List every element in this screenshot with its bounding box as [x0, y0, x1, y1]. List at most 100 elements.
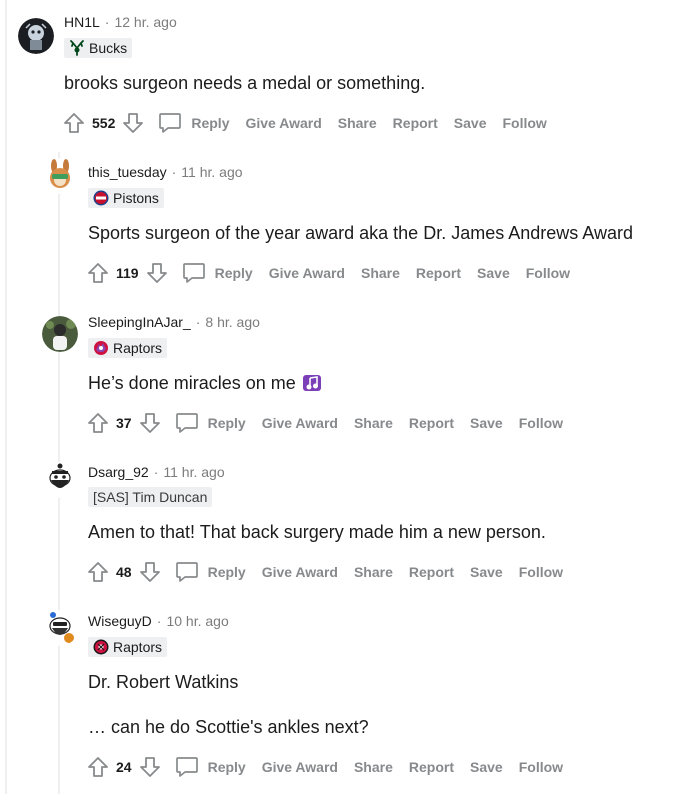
give-award-button[interactable]: Give Award: [262, 564, 338, 580]
comment-body: Amen to that! That back surgery made him…: [88, 522, 546, 542]
flair-text: Raptors: [113, 639, 163, 655]
comment-body-paragraph-1: Dr. Robert Watkins: [88, 672, 239, 692]
save-button[interactable]: Save: [477, 265, 510, 281]
snoo-avatar-icon: [42, 610, 78, 646]
separator-dot: ·: [171, 164, 177, 180]
downvote-arrow-icon[interactable]: [121, 111, 145, 135]
outer-thread-rail[interactable]: [5, 0, 7, 794]
timestamp[interactable]: 8 hr. ago: [205, 314, 260, 330]
comment-body-text: He’s done miracles on me: [88, 373, 296, 393]
user-flair: Pistons: [88, 188, 164, 208]
vote-score: 24: [116, 759, 132, 775]
raptors-logo-icon: [93, 639, 109, 655]
username[interactable]: Dsarg_92: [88, 464, 149, 480]
save-button[interactable]: Save: [470, 759, 503, 775]
upvote-arrow-icon[interactable]: [86, 755, 110, 779]
username[interactable]: SleepingInAJar_: [88, 314, 191, 330]
vote-score: 48: [116, 564, 132, 580]
comment-body: brooks surgeon needs a medal or somethin…: [64, 73, 426, 93]
save-button[interactable]: Save: [454, 115, 487, 131]
upvote-arrow-icon[interactable]: [86, 411, 110, 435]
vote-score: 119: [116, 265, 139, 281]
upvote-arrow-icon[interactable]: [62, 111, 86, 135]
upvote-arrow-icon[interactable]: [86, 261, 110, 285]
speech-bubble-icon[interactable]: [174, 559, 200, 585]
give-award-button[interactable]: Give Award: [269, 265, 345, 281]
downvote-arrow-icon[interactable]: [138, 411, 162, 435]
avatar[interactable]: [42, 610, 78, 646]
speech-bubble-icon[interactable]: [174, 410, 200, 436]
give-award-button[interactable]: Give Award: [262, 759, 338, 775]
user-flair: [SAS] Tim Duncan: [88, 487, 213, 507]
give-award-button[interactable]: Give Award: [262, 415, 338, 431]
comment-actions: 119 Reply Give Award Share Report Save F…: [86, 259, 586, 287]
pistons-logo-icon: [93, 190, 109, 206]
music-note-emoji-icon: [302, 373, 324, 393]
comment-actions: 37 Reply Give Award Share Report Save Fo…: [86, 409, 579, 437]
flair-text: Pistons: [113, 190, 159, 206]
report-button[interactable]: Report: [393, 115, 438, 131]
report-button[interactable]: Report: [416, 265, 461, 281]
reply-button[interactable]: Reply: [215, 265, 253, 281]
follow-button[interactable]: Follow: [519, 415, 563, 431]
comment-actions: 24 Reply Give Award Share Report Save Fo…: [86, 753, 579, 781]
follow-button[interactable]: Follow: [519, 564, 563, 580]
avatar[interactable]: [42, 158, 78, 194]
timestamp[interactable]: 12 hr. ago: [114, 14, 176, 30]
username[interactable]: this_tuesday: [88, 164, 167, 180]
comment-body: He’s done miracles on me: [88, 372, 324, 394]
separator-dot: ·: [156, 613, 162, 629]
report-button[interactable]: Report: [409, 759, 454, 775]
user-flair: Raptors: [88, 338, 168, 358]
upvote-arrow-icon[interactable]: [86, 560, 110, 584]
reply-button[interactable]: Reply: [191, 115, 229, 131]
save-button[interactable]: Save: [470, 415, 503, 431]
timestamp[interactable]: 11 hr. ago: [163, 464, 224, 480]
follow-button[interactable]: Follow: [503, 115, 547, 131]
follow-button[interactable]: Follow: [519, 759, 563, 775]
save-button[interactable]: Save: [470, 564, 503, 580]
share-button[interactable]: Share: [354, 564, 393, 580]
downvote-arrow-icon[interactable]: [138, 560, 162, 584]
vote-score: 552: [92, 115, 116, 131]
reply-button[interactable]: Reply: [208, 564, 246, 580]
timestamp[interactable]: 11 hr. ago: [181, 164, 242, 180]
deer-antlers-icon: [69, 40, 85, 56]
person-photo-avatar-icon: [42, 316, 78, 352]
reply-button[interactable]: Reply: [208, 759, 246, 775]
timestamp[interactable]: 10 hr. ago: [166, 613, 228, 629]
username[interactable]: WiseguyD: [88, 613, 152, 629]
avatar[interactable]: [42, 462, 78, 498]
comment-body-paragraph-2: … can he do Scottie's ankles next?: [88, 717, 369, 737]
bunny-avatar-icon: [42, 158, 78, 194]
separator-dot: ·: [195, 314, 201, 330]
follow-button[interactable]: Follow: [526, 265, 570, 281]
separator-dot: ·: [153, 464, 159, 480]
give-award-button[interactable]: Give Award: [245, 115, 321, 131]
comment-actions: 48 Reply Give Award Share Report Save Fo…: [86, 558, 579, 586]
vote-score: 37: [116, 415, 132, 431]
username[interactable]: HN1L: [64, 14, 100, 30]
reply-button[interactable]: Reply: [208, 415, 246, 431]
flair-text: [SAS] Tim Duncan: [93, 489, 208, 505]
avatar[interactable]: [18, 18, 54, 54]
share-button[interactable]: Share: [354, 759, 393, 775]
speech-bubble-icon[interactable]: [157, 110, 183, 136]
downvote-arrow-icon[interactable]: [145, 261, 169, 285]
avatar[interactable]: [42, 316, 78, 352]
share-button[interactable]: Share: [361, 265, 400, 281]
flair-text: Bucks: [89, 40, 128, 56]
speech-bubble-icon[interactable]: [181, 260, 207, 286]
share-button[interactable]: Share: [338, 115, 377, 131]
raptors-logo-icon: [93, 340, 109, 356]
report-button[interactable]: Report: [409, 415, 454, 431]
comment-body: Sports surgeon of the year award aka the…: [88, 223, 633, 243]
speech-bubble-icon[interactable]: [174, 754, 200, 780]
user-flair: Raptors: [88, 637, 168, 657]
share-button[interactable]: Share: [354, 415, 393, 431]
user-flair: Bucks: [64, 38, 133, 58]
downvote-arrow-icon[interactable]: [138, 755, 162, 779]
comment-actions: 552 Reply Give Award Share Report Save F…: [62, 109, 563, 137]
report-button[interactable]: Report: [409, 564, 454, 580]
snoo-avatar-icon: [42, 462, 78, 498]
